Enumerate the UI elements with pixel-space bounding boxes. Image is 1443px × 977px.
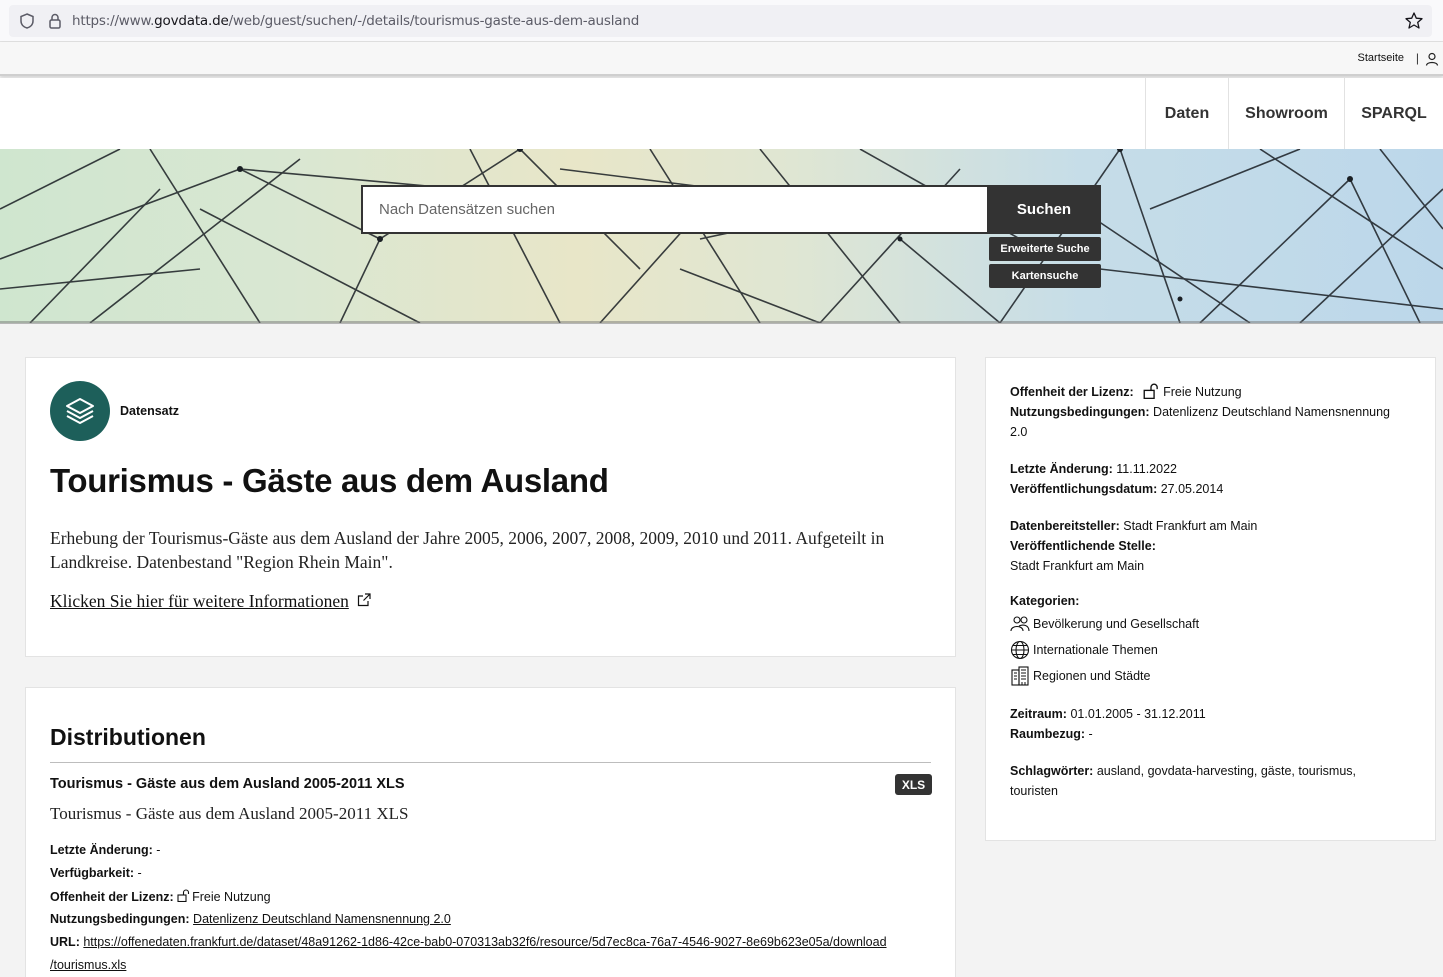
page-title: Tourismus - Gäste aus dem Ausland (50, 462, 609, 499)
meta-provider: Datenbereitsteller: Stadt Frankfurt am M… (1010, 519, 1258, 533)
startseite-link[interactable]: Startseite (1358, 52, 1404, 64)
divider (50, 762, 931, 763)
meta-published: Veröffentlichungsdatum: 27.05.2014 (1010, 482, 1224, 496)
utility-separator: | (1415, 51, 1419, 65)
nav-daten[interactable]: Daten (1145, 78, 1228, 149)
nav-sparql[interactable]: SPARQL (1344, 78, 1443, 149)
people-icon (1010, 616, 1030, 632)
search-input[interactable] (363, 187, 989, 232)
lock-icon[interactable] (46, 12, 64, 30)
more-info-link[interactable]: Klicken Sie hier für weitere Information… (50, 591, 349, 612)
metadata-sidebar: Offenheit der Lizenz: Freie Nutzung Nutz… (985, 357, 1436, 841)
category-item[interactable]: Internationale Themen (1010, 640, 1158, 660)
dataset-type-badge (50, 381, 110, 441)
meta-period: Zeitraum: 01.01.2005 - 31.12.2011 (1010, 707, 1206, 721)
meta-keywords: Schlagwörter: ausland, govdata-harvestin… (1010, 764, 1357, 778)
meta-publisher-label: Veröffentlichende Stelle: (1010, 539, 1156, 553)
meta-terms: Nutzungsbedingungen: Datenlizenz Deutsch… (1010, 405, 1391, 419)
meta-last-change: Letzte Änderung: 11.11.2022 (1010, 462, 1177, 476)
meta-spatial: Raumbezug: - (1010, 727, 1093, 741)
search-field[interactable] (361, 185, 989, 234)
advanced-search-button[interactable]: Erweiterte Suche (989, 237, 1101, 261)
meta-terms-continued: 2.0 (1010, 425, 1028, 439)
unlock-icon (1143, 383, 1158, 399)
distribution-url-continued: /tourismus.xls (50, 958, 126, 972)
browser-toolbar: https://www.govdata.de/web/guest/suchen/… (0, 0, 1443, 42)
distribution-availability: Verfügbarkeit: - (50, 866, 142, 880)
license-link[interactable]: Datenlizenz Deutschland Namensnennung 2.… (193, 912, 451, 926)
distributions-card: Distributionen Tourismus - Gäste aus dem… (25, 687, 956, 977)
address-bar[interactable]: https://www.govdata.de/web/guest/suchen/… (9, 5, 1432, 37)
meta-publisher-value: Stadt Frankfurt am Main (1010, 559, 1145, 573)
distribution-license: Offenheit der Lizenz: Freie Nutzung (50, 889, 271, 904)
distribution-subtitle: Tourismus - Gäste aus dem Ausland 2005-2… (50, 804, 409, 823)
building-icon (1011, 666, 1029, 686)
shield-icon[interactable] (18, 12, 36, 30)
user-icon[interactable] (1425, 52, 1439, 66)
layers-icon (66, 398, 94, 424)
nav-showroom[interactable]: Showroom (1228, 78, 1344, 149)
bookmark-star-icon[interactable] (1404, 11, 1424, 31)
search-button[interactable]: Suchen (987, 185, 1101, 234)
distribution-last-change: Letzte Änderung: - (50, 843, 161, 857)
network-background-image (0, 149, 1443, 323)
distribution-terms: Nutzungsbedingungen: Datenlizenz Deutsch… (50, 912, 451, 926)
distribution-url: URL: https://offenedaten.frankfurt.de/da… (50, 935, 887, 949)
dataset-card: Datensatz Tourismus - Gäste aus dem Ausl… (25, 357, 956, 657)
format-badge: XLS (895, 774, 932, 795)
meta-keywords-continued: touristen (1010, 784, 1058, 798)
url-text[interactable]: https://www.govdata.de/web/guest/suchen/… (72, 13, 639, 29)
utility-bar: Startseite | (0, 42, 1443, 76)
download-url-link-end[interactable]: /tourismus.xls (50, 958, 126, 972)
main-navigation: Daten Showroom SPARQL (0, 78, 1443, 149)
external-link-icon[interactable] (357, 593, 371, 607)
hero-banner (0, 149, 1443, 323)
meta-license-openness: Offenheit der Lizenz: Freie Nutzung (1010, 383, 1242, 399)
distribution-title: Tourismus - Gäste aus dem Ausland 2005-2… (50, 776, 405, 792)
hero-divider (0, 321, 1443, 324)
dataset-type-label: Datensatz (120, 404, 180, 418)
unlock-icon (177, 889, 190, 902)
map-search-button[interactable]: Kartensuche (989, 264, 1101, 288)
distributions-heading: Distributionen (50, 724, 206, 750)
globe-icon (1010, 640, 1030, 660)
category-item[interactable]: Bevölkerung und Gesellschaft (1010, 614, 1199, 634)
download-url-link[interactable]: https://offenedaten.frankfurt.de/dataset… (83, 935, 886, 949)
category-item[interactable]: Regionen und Städte (1010, 666, 1150, 686)
dataset-description: Erhebung der Tourismus-Gäste aus dem Aus… (50, 528, 885, 572)
meta-categories-label: Kategorien: (1010, 594, 1080, 608)
